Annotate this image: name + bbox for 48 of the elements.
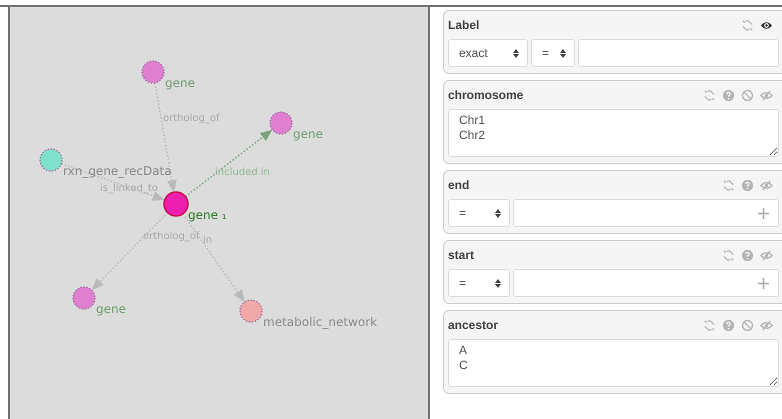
number-field[interactable] xyxy=(513,269,779,297)
eye-slash-icon[interactable] xyxy=(760,248,773,262)
plus-icon[interactable] xyxy=(758,208,769,218)
eye-slash-icon[interactable] xyxy=(760,318,773,332)
help-icon[interactable] xyxy=(722,318,735,332)
filter-title: Label xyxy=(448,18,480,32)
list-field[interactable]: Chr1 Chr2 xyxy=(448,109,779,157)
unlink-icon[interactable] xyxy=(741,18,754,32)
help-icon[interactable] xyxy=(741,248,754,262)
graph-node[interactable] xyxy=(39,148,63,172)
graph-node[interactable] xyxy=(141,60,165,84)
help-icon[interactable] xyxy=(741,178,754,192)
block-icon[interactable] xyxy=(741,88,754,102)
plus-icon[interactable] xyxy=(758,278,769,288)
node-label: gene ₁ xyxy=(188,208,227,222)
sort-arrows-icon xyxy=(495,278,501,288)
sort-arrows-icon xyxy=(495,208,501,218)
eye-slash-icon[interactable] xyxy=(760,178,773,192)
node-label: rxn_gene_recData xyxy=(63,164,172,178)
sort-arrows-icon xyxy=(513,48,519,58)
node-label: gene xyxy=(293,127,323,141)
sort-arrows-icon xyxy=(560,48,566,58)
select-dropdown[interactable]: exact xyxy=(448,39,528,67)
graph-node[interactable] xyxy=(163,191,189,217)
unlink-icon[interactable] xyxy=(703,318,716,332)
eye-slash-icon[interactable] xyxy=(760,88,773,102)
filter-title: end xyxy=(448,178,470,192)
unlink-icon[interactable] xyxy=(722,248,735,262)
graph-node[interactable] xyxy=(72,286,96,310)
node-label: gene xyxy=(96,302,126,316)
unlink-icon[interactable] xyxy=(722,178,735,192)
block-icon[interactable] xyxy=(741,318,754,332)
filter-title: chromosome xyxy=(448,88,524,102)
node-label: metabolic_network xyxy=(263,315,378,329)
list-field[interactable]: A C xyxy=(448,339,779,387)
node-label: gene xyxy=(165,76,195,90)
text-field[interactable] xyxy=(578,39,779,67)
graph-node[interactable] xyxy=(269,111,293,135)
select-dropdown[interactable]: = xyxy=(531,39,575,67)
select-dropdown[interactable]: = xyxy=(448,199,510,227)
filter-title: ancestor xyxy=(448,318,500,332)
filter-title: start xyxy=(448,248,476,262)
graph-node[interactable] xyxy=(239,299,263,323)
select-dropdown[interactable]: = xyxy=(448,269,510,297)
number-field[interactable] xyxy=(513,199,779,227)
help-icon[interactable] xyxy=(722,88,735,102)
edge-label: included in xyxy=(215,167,270,178)
unlink-icon[interactable] xyxy=(703,88,716,102)
